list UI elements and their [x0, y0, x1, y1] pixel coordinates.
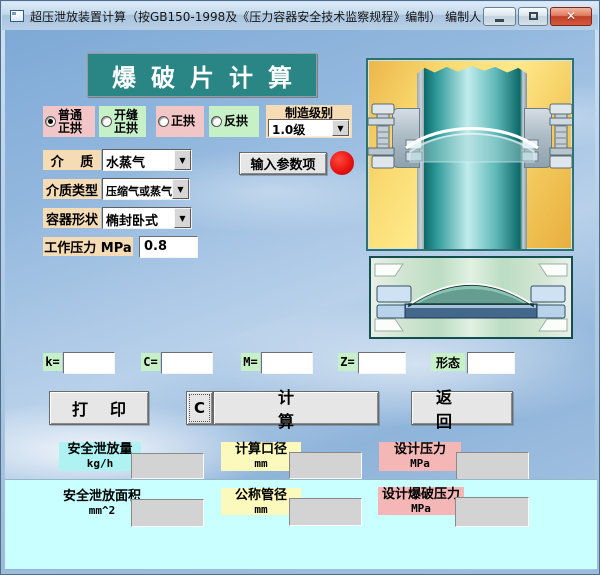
app-window: 超压泄放装置计算（按GB150-1998及《压力容器安全技术监察规程》编制） 编… — [0, 0, 600, 575]
medium-type-value: 压缩气或蒸气 — [103, 179, 172, 199]
title-bar[interactable]: 超压泄放装置计算（按GB150-1998及《压力容器安全技术监察规程》编制） 编… — [2, 2, 598, 30]
minimize-button[interactable] — [483, 7, 516, 26]
grade-value: 1.0级 — [269, 120, 332, 136]
app-icon — [10, 10, 24, 22]
k-input[interactable] — [63, 352, 115, 374]
c-label: C= — [141, 353, 160, 371]
medium-select[interactable]: 水蒸气 ▼ — [102, 149, 192, 171]
working-pressure-label: 工作压力 MPa — [43, 237, 133, 256]
calculate-button[interactable]: 计算 — [213, 391, 379, 425]
print-button[interactable]: 打印 — [49, 391, 149, 425]
safe-discharge-output — [131, 453, 204, 479]
nominal-pipe-diameter-output — [289, 498, 362, 526]
radio-icon — [211, 116, 222, 127]
design-pressure-output — [456, 452, 529, 480]
status-indicator-light — [330, 151, 354, 175]
form-label: 形态 — [431, 353, 465, 371]
design-burst-pressure-label: 设计爆破压力MPa — [378, 487, 464, 515]
radio-reverse-dome[interactable]: 反拱 — [209, 106, 259, 137]
medium-value: 水蒸气 — [103, 150, 174, 170]
maximize-icon — [529, 12, 538, 20]
medium-type-label: 介质类型 — [43, 179, 101, 199]
vessel-shape-select[interactable]: 椭封卧式 ▼ — [102, 207, 192, 229]
radio-icon — [45, 116, 56, 127]
radio-label: 反拱 — [224, 115, 248, 128]
safe-discharge-area-output — [131, 499, 204, 527]
k-label: k= — [43, 353, 62, 371]
maximize-button[interactable] — [518, 7, 548, 26]
form-input[interactable] — [467, 352, 515, 374]
disc-cross-section-image — [369, 256, 573, 339]
grade-group: 制造级别 1.0级 ▼ — [266, 105, 352, 138]
disc-dome-graphic — [368, 60, 574, 251]
z-input[interactable] — [358, 352, 406, 374]
vessel-shape-label: 容器形状 — [43, 208, 101, 228]
z-label: Z= — [338, 353, 357, 371]
radio-icon — [158, 116, 169, 127]
input-params-button[interactable]: 输入参数项 — [239, 152, 327, 175]
chevron-down-icon[interactable]: ▼ — [174, 150, 191, 170]
close-button[interactable]: ✕ — [550, 7, 592, 26]
radio-normal-forward-dome[interactable]: 普通正拱 — [43, 106, 95, 137]
window-title: 超压泄放装置计算（按GB150-1998及《压力容器安全技术监察规程》编制） 编… — [30, 8, 483, 25]
medium-type-select[interactable]: 压缩气或蒸气 ▼ — [102, 178, 190, 200]
radio-label: 开缝 — [114, 109, 138, 122]
close-icon: ✕ — [566, 9, 576, 23]
grade-label: 制造级别 — [268, 105, 350, 119]
chevron-down-icon[interactable]: ▼ — [174, 208, 191, 228]
radio-forward-dome[interactable]: 正拱 — [156, 106, 204, 137]
design-pressure-label: 设计压力MPa — [379, 442, 461, 471]
c-input[interactable] — [161, 352, 213, 374]
working-pressure-input[interactable] — [139, 236, 198, 258]
m-input[interactable] — [261, 352, 313, 374]
medium-label: 介 质 — [43, 150, 101, 170]
grade-select[interactable]: 1.0级 ▼ — [268, 119, 350, 137]
vessel-shape-value: 椭封卧式 — [103, 208, 174, 228]
page-title: 爆破片计算 — [87, 53, 317, 97]
clear-button[interactable]: C — [186, 391, 213, 425]
safe-discharge-label: 安全泄放量kg/h — [59, 442, 141, 471]
radio-icon — [101, 116, 112, 127]
radio-label: 正拱 — [171, 115, 195, 128]
calc-diameter-output — [289, 452, 362, 479]
m-label: M= — [241, 353, 260, 371]
back-button[interactable]: 返回 — [411, 391, 513, 425]
radio-slotted-forward-dome[interactable]: 开缝正拱 — [99, 106, 146, 137]
chevron-down-icon[interactable]: ▼ — [172, 179, 189, 199]
rupture-disc-assembly-image — [366, 58, 574, 251]
design-burst-pressure-output — [455, 497, 529, 527]
disc-section-graphic — [371, 258, 571, 337]
radio-label: 普通 — [58, 109, 82, 122]
minimize-icon — [495, 19, 504, 22]
chevron-down-icon[interactable]: ▼ — [332, 120, 349, 136]
